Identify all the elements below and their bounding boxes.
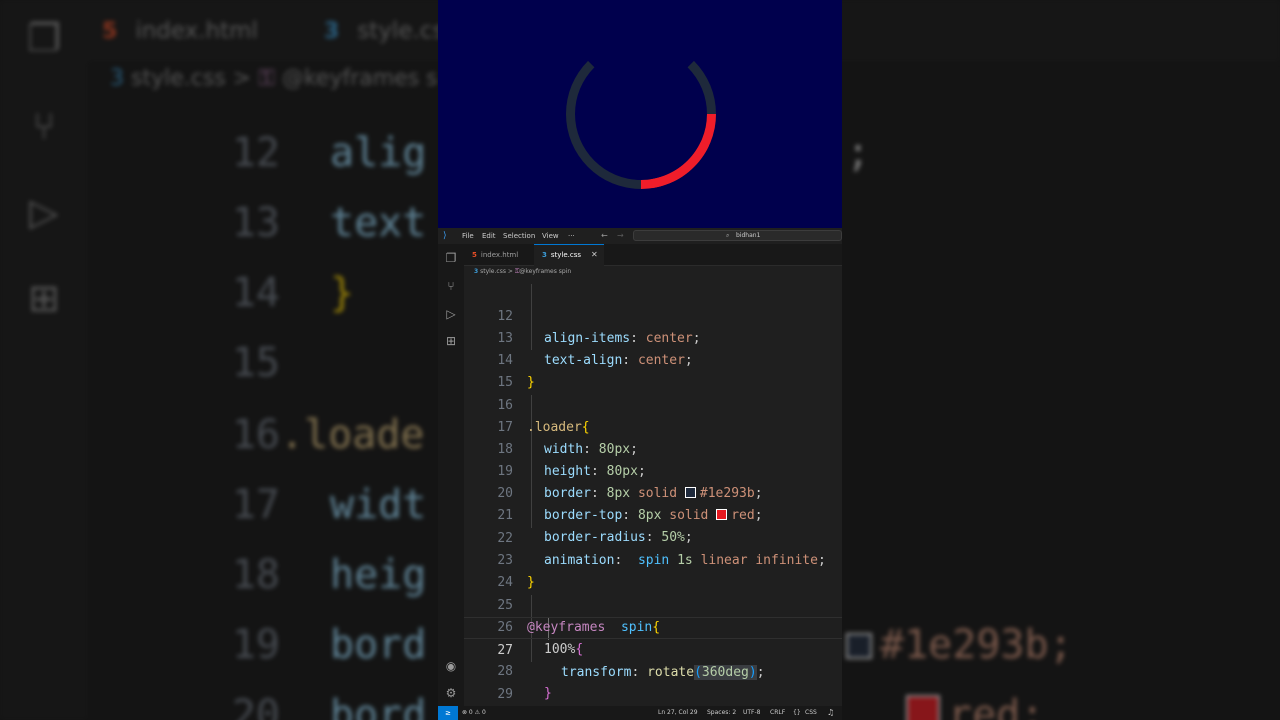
bg-tab-style: 3 style.css [324, 18, 457, 44]
indentation[interactable]: Spaces: 2 [707, 706, 736, 720]
code-line-27-current: 27 transform: rotate(360deg); [464, 617, 842, 680]
forward-arrow-icon[interactable]: → [617, 228, 624, 244]
video-frame: ⟩ File Edit Selection View ··· ← → ⌕ bid… [438, 0, 842, 720]
extensions-icon[interactable]: ⊞ [443, 333, 459, 349]
code-line-14: 14 } [497, 353, 535, 390]
code-line-17: 17 width: 80px; [497, 420, 638, 457]
language-mode[interactable]: CSS [805, 706, 817, 720]
bg-code-line: 19 bord [231, 622, 427, 668]
code-line-29: 29 } [497, 687, 513, 702]
remote-indicator-icon[interactable]: ≥ [438, 706, 458, 720]
encoding[interactable]: UTF-8 [743, 706, 761, 720]
search-icon: ⌕ [726, 232, 730, 239]
vscode-logo-icon: ⟩ [443, 231, 447, 241]
code-line-16: 16 .loader{ [497, 398, 590, 435]
menu-edit[interactable]: Edit [482, 228, 496, 244]
source-control-icon[interactable]: ⑂ [443, 278, 459, 294]
bg-code-line: 13 text [231, 200, 427, 246]
code-line-22: 22 animation: spin 1s linear infinite; [497, 531, 826, 568]
code-line-18: 18 height: 80px; [497, 442, 646, 479]
breadcrumb-symbol[interactable]: @keyframes spin [519, 268, 571, 275]
bg-code-line: 16.loade [231, 412, 425, 458]
bg-code-line: 20 bord [231, 692, 427, 720]
editor-tabs: 5 index.html 3 style.css ✕ [464, 244, 842, 266]
bg-activity-bar: ❐ ⑂ ▷ ⊞ [0, 0, 88, 720]
bg-code-line: 14} [231, 270, 355, 316]
code-line-20: 20 border-top: 8px solid red; [497, 486, 763, 523]
code-line-25: 25 @keyframes spin{ [497, 598, 661, 635]
menu-file[interactable]: File [462, 228, 474, 244]
bg-tab-index: 5 index.html [102, 18, 258, 44]
css3-icon: 3 [542, 251, 547, 259]
code-editor[interactable]: 12 align-items: center; 13 text-align: c… [464, 278, 842, 706]
menu-more[interactable]: ··· [568, 228, 575, 244]
bg-source-control-icon: ⑂ [32, 104, 56, 148]
activity-bar: ❐ ⑂ ▷ ⊞ ◉ ⚙ [438, 244, 464, 706]
bg-right-code: ; [846, 130, 871, 176]
bg-code-line: 15 [231, 340, 280, 386]
problems-indicator[interactable]: ⊗ 0 ⚠ 0 [462, 706, 486, 720]
status-bar: ≥ ⊗ 0 ⚠ 0 Ln 27, Col 29 Spaces: 2 UTF-8 … [438, 706, 842, 720]
command-center-text: bidhan1 [736, 232, 761, 239]
bg-explorer-icon: ❐ [26, 16, 62, 60]
line-endings[interactable]: CRLF [770, 706, 785, 720]
title-bar: ⟩ File Edit Selection View ··· ← → ⌕ bid… [438, 228, 842, 244]
breadcrumb-file[interactable]: style.css [480, 268, 506, 275]
html5-icon: 5 [472, 251, 477, 259]
cursor-position[interactable]: Ln 27, Col 29 [658, 706, 698, 720]
bg-code-line: 12 alig [231, 130, 427, 176]
bg-code-line: 17 widt [231, 482, 427, 528]
code-line-15: 15 [497, 375, 513, 390]
code-line-23: 23 } [497, 553, 535, 590]
account-icon[interactable]: ◉ [443, 658, 459, 674]
braces-icon: {} [793, 709, 801, 716]
code-line-26: 26 100%{ [497, 620, 584, 657]
menu-view[interactable]: View [542, 228, 559, 244]
notifications-bell-icon[interactable]: ♫ [827, 706, 834, 720]
breadcrumb-separator: > [507, 268, 513, 275]
bg-code-line: 18 heig [231, 552, 427, 598]
tab-index-html[interactable]: 5 index.html [464, 244, 530, 266]
code-line-24: 24 [497, 575, 513, 590]
bg-breadcrumb: 3 style.css > ⚿ @keyframes s [110, 66, 438, 91]
menu-selection[interactable]: Selection [503, 228, 535, 244]
code-line-19: 19 border: 8px solid #1e293b; [497, 464, 763, 501]
back-arrow-icon[interactable]: ← [601, 228, 608, 244]
explorer-icon[interactable]: ❐ [443, 250, 459, 266]
bg-extensions-icon: ⊞ [28, 276, 60, 320]
css3-icon: 3 [474, 268, 479, 275]
code-line-28: 28 } [497, 664, 552, 701]
bg-right-code: #1e293b; [846, 622, 1073, 668]
code-line-13: 13 text-align: center; [497, 331, 693, 368]
bg-run-debug-icon: ▷ [29, 190, 59, 234]
bg-right-code: red; [846, 692, 1044, 720]
close-tab-icon[interactable]: ✕ [591, 250, 598, 259]
breadcrumb: 3 style.css > ⚿@keyframes spin [464, 266, 842, 278]
run-debug-icon[interactable]: ▷ [443, 306, 459, 322]
code-line-21: 21 border-radius: 50%; [497, 508, 693, 545]
code-line-12: 12 align-items: center; [497, 309, 701, 346]
command-center-search[interactable]: ⌕ bidhan1 [633, 230, 842, 241]
tab-style-css[interactable]: 3 style.css ✕ [534, 244, 604, 266]
settings-gear-icon[interactable]: ⚙ [443, 685, 459, 701]
loader-preview [438, 0, 842, 228]
